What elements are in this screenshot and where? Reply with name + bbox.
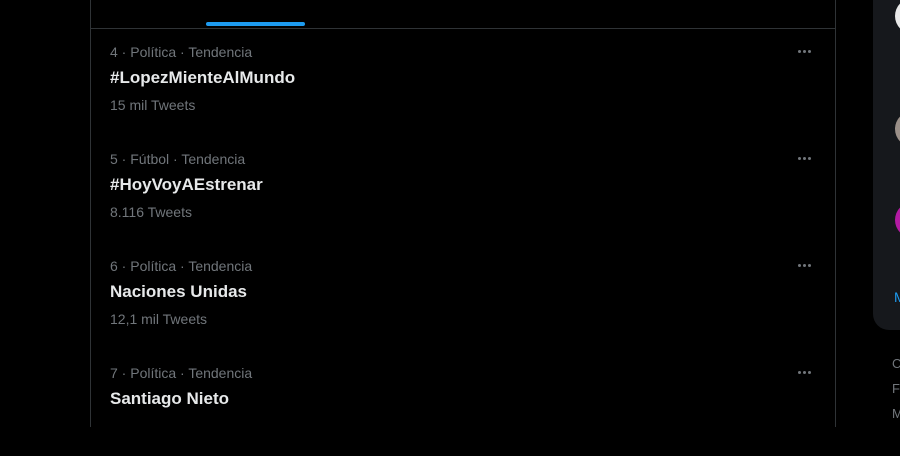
trend-title: Santiago Nieto (110, 389, 230, 408)
footer-link[interactable]: M (892, 406, 900, 422)
trend-meta: 5 · Fútbol · Tendencia (110, 151, 246, 167)
trend-item[interactable]: 6 · Política · Tendencia Naciones Unidas… (91, 242, 835, 349)
footer-link[interactable]: F (892, 381, 900, 397)
trend-title: Naciones Unidas (110, 282, 247, 301)
more-options-button[interactable] (793, 42, 815, 60)
more-options-button[interactable] (793, 363, 815, 381)
trend-item[interactable]: 7 · Política · Tendencia Santiago Nieto (91, 349, 835, 456)
avatar[interactable] (895, 111, 900, 147)
trends-column: 4 · Política · Tendencia #LopezMienteAlM… (90, 0, 836, 427)
trend-tweet-count: 15 mil Tweets (110, 97, 196, 113)
more-horizontal-icon (797, 263, 811, 267)
more-options-button[interactable] (793, 256, 815, 274)
more-horizontal-icon (797, 156, 811, 160)
footer-link[interactable]: C (892, 356, 900, 372)
more-horizontal-icon (797, 49, 811, 53)
who-to-follow-card (873, 0, 900, 330)
more-horizontal-icon (797, 370, 811, 374)
trend-meta: 6 · Política · Tendencia (110, 258, 253, 274)
more-options-button[interactable] (793, 149, 815, 167)
trend-item[interactable]: 5 · Fútbol · Tendencia #HoyVoyAEstrenar … (91, 135, 835, 242)
show-more-link[interactable]: M (894, 289, 900, 305)
active-tab-indicator (206, 22, 305, 26)
trend-meta: 7 · Política · Tendencia (110, 365, 253, 381)
trend-tweet-count: 8.116 Tweets (110, 204, 192, 220)
trend-title: #LopezMienteAlMundo (110, 68, 296, 87)
trend-tweet-count: 12,1 mil Tweets (110, 311, 208, 327)
trend-item[interactable]: 4 · Política · Tendencia #LopezMienteAlM… (91, 28, 835, 135)
avatar[interactable] (895, 202, 900, 238)
explore-tabs (91, 0, 835, 29)
avatar[interactable] (895, 0, 900, 34)
trend-meta: 4 · Política · Tendencia (110, 44, 253, 60)
trend-title: #HoyVoyAEstrenar (110, 175, 263, 194)
